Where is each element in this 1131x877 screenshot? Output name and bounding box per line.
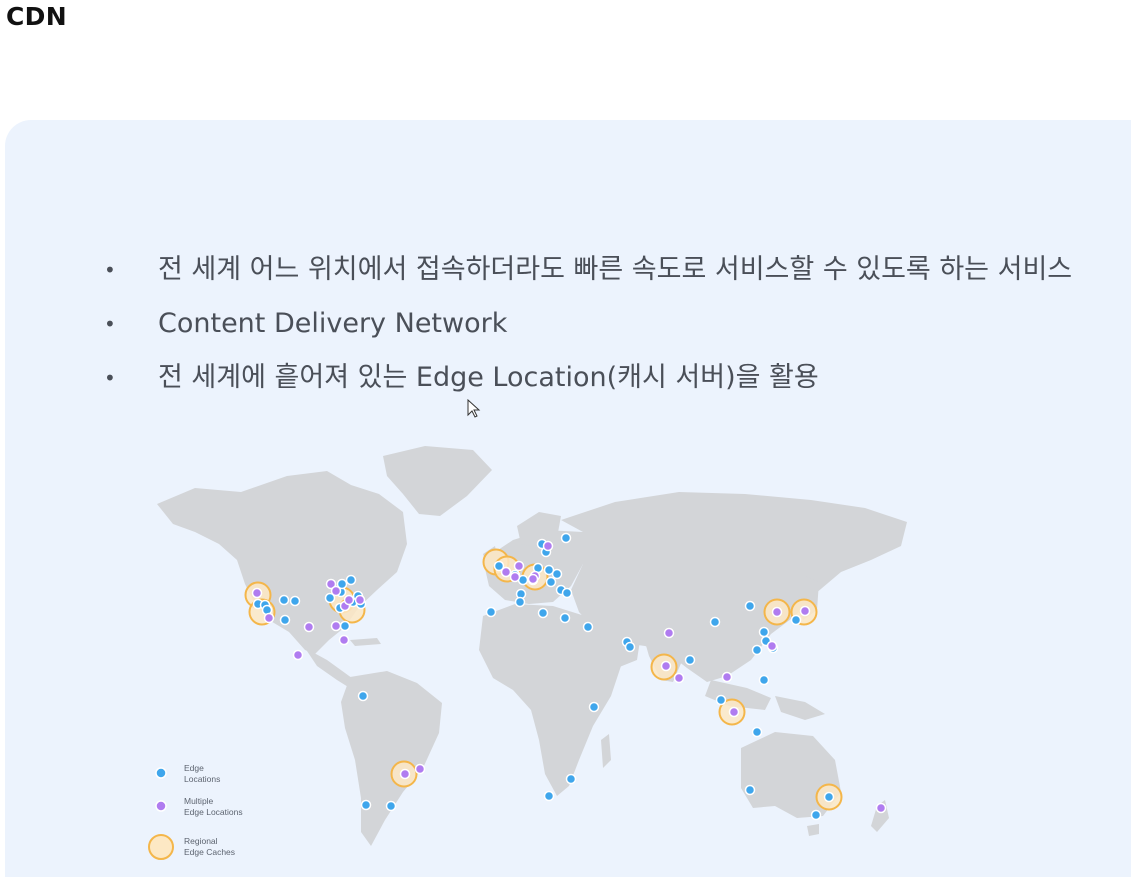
edge-location-marker — [279, 614, 291, 626]
edge-location-marker — [339, 620, 351, 632]
multiple-edge-location-marker — [660, 660, 672, 672]
edge-location-marker — [744, 600, 756, 612]
edge-location-marker — [485, 606, 497, 618]
map-legend: Edge Locations Multiple Edge Locations R… — [148, 763, 243, 860]
edge-location-marker — [823, 791, 835, 803]
slide-panel: • 전 세계 어느 위치에서 접속하더라도 빠른 속도로 서비스할 수 있도록 하… — [5, 120, 1131, 877]
multiple-edge-location-marker — [330, 585, 342, 597]
edge-location-marker — [758, 674, 770, 686]
edge-location-marker — [790, 614, 802, 626]
edge-location-marker — [751, 726, 763, 738]
legend-regional-cache-swatch — [148, 834, 174, 860]
multiple-edge-location-marker — [513, 560, 525, 572]
edge-location-marker — [758, 626, 770, 638]
page-title: CDN — [6, 2, 67, 31]
multiple-edge-location-marker — [542, 540, 554, 552]
multiple-edge-location-marker — [343, 594, 355, 606]
edge-location-marker — [278, 594, 290, 606]
edge-location-marker — [543, 790, 555, 802]
multiple-edge-location-marker — [766, 640, 778, 652]
multiple-edge-location-marker — [875, 802, 887, 814]
legend-edge-location-label-line2: Locations — [184, 774, 220, 784]
edge-location-marker — [551, 568, 563, 580]
edge-location-marker — [537, 607, 549, 619]
multiple-edge-location-marker — [303, 621, 315, 633]
world-map-landmasses — [157, 446, 907, 846]
legend-regional-cache-label-line2: Edge Caches — [184, 847, 235, 857]
multiple-edge-location-marker — [500, 566, 512, 578]
edge-location-marker — [289, 595, 301, 607]
edge-location-marker — [684, 654, 696, 666]
edge-location-marker — [561, 587, 573, 599]
edge-location-marker — [545, 576, 557, 588]
legend-regional-cache-label-line1: Regional — [184, 836, 218, 846]
edge-location-marker — [565, 773, 577, 785]
edge-location-marker — [751, 644, 763, 656]
multiple-edge-location-marker — [673, 672, 685, 684]
edge-location-marker — [385, 800, 397, 812]
mouse-pointer-icon — [467, 399, 481, 418]
multiple-edge-location-marker — [527, 573, 539, 585]
edge-location-marker — [345, 574, 357, 586]
multiple-edge-location-marker — [354, 594, 366, 606]
legend-multiple-edge-label-line1: Multiple — [184, 796, 214, 806]
legend-multiple-edge-label-line2: Edge Locations — [184, 807, 243, 817]
edge-location-marker — [560, 532, 572, 544]
edge-location-marker — [360, 799, 372, 811]
edge-location-marker — [588, 701, 600, 713]
edge-location-marker — [582, 621, 594, 633]
legend-multiple-edge-location-swatch — [155, 800, 167, 812]
multiple-edge-location-marker — [728, 706, 740, 718]
multiple-edge-location-marker — [721, 671, 733, 683]
edge-location-marker — [709, 616, 721, 628]
multiple-edge-location-marker — [251, 587, 263, 599]
legend-edge-location-swatch — [155, 767, 167, 779]
world-map: Edge Locations Multiple Edge Locations R… — [148, 446, 907, 860]
edge-location-marker — [514, 596, 526, 608]
edge-location-marker — [559, 612, 571, 624]
edge-location-marker — [715, 694, 727, 706]
multiple-edge-location-marker — [338, 634, 350, 646]
multiple-edge-location-marker — [292, 649, 304, 661]
multiple-edge-location-marker — [330, 620, 342, 632]
edge-location-marker — [810, 809, 822, 821]
edge-location-marker — [624, 641, 636, 653]
legend-edge-location-label-line1: Edge — [184, 763, 204, 773]
multiple-edge-location-marker — [263, 612, 275, 624]
multiple-edge-location-marker — [399, 768, 411, 780]
edge-location-marker — [357, 690, 369, 702]
multiple-edge-location-marker — [509, 571, 521, 583]
multiple-edge-location-marker — [414, 763, 426, 775]
edge-location-marker — [744, 784, 756, 796]
multiple-edge-location-marker — [663, 627, 675, 639]
multiple-edge-location-marker — [771, 606, 783, 618]
multiple-edge-location-marker — [799, 605, 811, 617]
